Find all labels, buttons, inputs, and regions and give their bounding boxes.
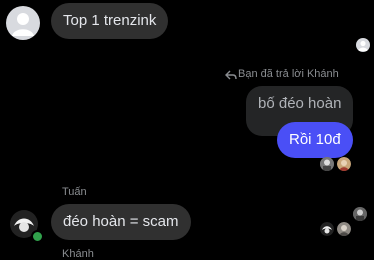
profile-photo-icon	[320, 157, 334, 171]
read-receipt-avatar	[320, 157, 334, 171]
profile-photo-icon	[337, 222, 351, 236]
read-receipt-avatar	[337, 157, 351, 171]
profile-photo-icon	[337, 157, 351, 171]
read-receipt-avatar	[353, 207, 367, 221]
profile-photo-icon	[353, 207, 367, 221]
message-bubble-incoming[interactable]: Top 1 trenzink	[51, 3, 169, 39]
message-bubble-outgoing[interactable]: Rồi 10đ	[277, 122, 353, 158]
sender-avatar[interactable]	[6, 6, 40, 40]
default-avatar-icon	[12, 13, 34, 36]
profile-photo-icon	[320, 222, 334, 236]
read-receipt-avatar	[320, 222, 334, 236]
read-receipt-avatar	[337, 222, 351, 236]
reply-label: Bạn đã trả lời Khánh	[238, 68, 339, 80]
sender-name: Tuấn	[62, 186, 87, 198]
reply-arrow-icon	[225, 68, 237, 80]
online-dot	[31, 230, 44, 243]
default-avatar-icon	[358, 40, 368, 51]
message-bubble-incoming[interactable]: đéo hoàn = scam	[51, 204, 191, 240]
sender-name: Khánh	[62, 248, 94, 260]
read-receipt-avatar	[356, 38, 370, 52]
